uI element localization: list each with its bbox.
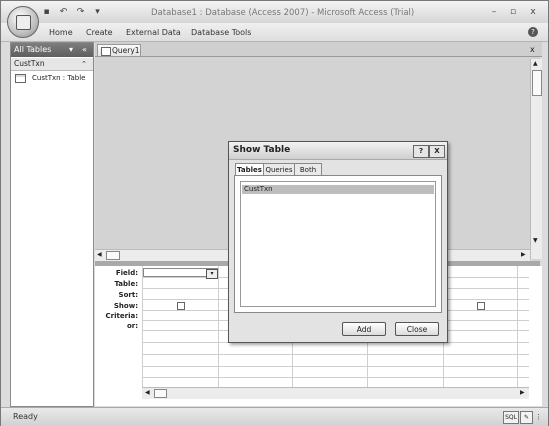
design-view-icon[interactable]: ✎	[520, 411, 533, 424]
grid-line	[218, 266, 219, 396]
scroll-thumb-h[interactable]	[106, 251, 120, 260]
document-tab-bar: Query1 x	[95, 42, 542, 57]
grid-line	[142, 354, 529, 355]
show-table-dialog: Show Table ? X Tables Queries Both CustT…	[228, 141, 448, 343]
row-label-criteria: Criteria:	[105, 312, 138, 320]
ribbon-tabs	[1, 23, 548, 42]
window-title: Database1 : Database (Access 2007) - Mic…	[151, 8, 415, 18]
quick-access-toolbar: ▪ ↶ ↷ ▾	[41, 7, 109, 19]
dropdown-icon[interactable]: ▾	[92, 7, 103, 18]
table-pane-vertical-scrollbar[interactable]: ▲ ▼	[530, 59, 542, 259]
navigation-pane: All Tables ▾ « CustTxn ⌃ CustTxn : Table	[10, 42, 94, 407]
show-checkbox[interactable]	[177, 302, 185, 310]
office-logo-icon	[16, 15, 31, 30]
close-document-icon[interactable]: x	[530, 45, 535, 54]
chevron-down-icon[interactable]: ▾	[69, 43, 73, 57]
scroll-thumb-h[interactable]	[154, 389, 167, 398]
scroll-up-icon[interactable]: ▲	[533, 60, 538, 67]
row-label-show: Show:	[113, 302, 138, 310]
grid-line	[142, 266, 143, 396]
dialog-title: Show Table	[233, 145, 291, 155]
tab-query1-label: Query1	[112, 46, 140, 55]
show-checkbox[interactable]	[477, 302, 485, 310]
grid-line	[142, 366, 529, 367]
tab-home[interactable]: Home	[49, 28, 73, 37]
scroll-thumb[interactable]	[532, 70, 542, 96]
grid-line	[142, 377, 529, 378]
undo-icon[interactable]: ↶	[58, 7, 69, 18]
add-button[interactable]: Add	[342, 322, 386, 336]
dialog-close-icon[interactable]: X	[429, 145, 445, 158]
query-icon	[101, 47, 111, 56]
collapse-group-icon[interactable]: ⌃	[81, 58, 87, 70]
nav-pane-header[interactable]: All Tables ▾ «	[11, 43, 93, 57]
table-listbox[interactable]: CustTxn	[240, 181, 436, 307]
nav-pane-title: All Tables	[14, 45, 52, 54]
field-dropdown-button[interactable]: ▾	[206, 269, 218, 279]
sql-view-button[interactable]: SQL	[503, 411, 519, 424]
tab-database-tools[interactable]: Database Tools	[191, 28, 251, 37]
nav-group-custtxn[interactable]: CustTxn ⌃	[11, 58, 93, 71]
row-label-or: or:	[126, 322, 138, 330]
dialog-tab-panel: CustTxn	[234, 175, 442, 313]
row-label-table: Table:	[114, 280, 138, 288]
nav-group-label: CustTxn	[14, 59, 45, 68]
scroll-right-icon[interactable]: ▶	[521, 251, 526, 258]
table-icon	[15, 73, 26, 83]
design-grid-horizontal-scrollbar[interactable]: ◀ ▶	[142, 387, 529, 399]
minimize-button[interactable]: –	[487, 7, 501, 17]
redo-icon[interactable]: ↷	[75, 7, 86, 18]
office-button[interactable]	[7, 6, 39, 38]
scroll-left-icon[interactable]: ◀	[145, 389, 150, 396]
scroll-down-icon[interactable]: ▼	[533, 237, 538, 244]
dialog-title-bar[interactable]: Show Table ? X	[229, 142, 447, 160]
restore-button[interactable]: ▫	[506, 7, 520, 17]
resize-grip-icon[interactable]: ⋮	[535, 413, 542, 421]
tab-query1[interactable]: Query1	[97, 44, 141, 56]
list-item-custtxn[interactable]: CustTxn	[242, 185, 434, 194]
row-label-sort: Sort:	[118, 291, 138, 299]
status-bar: Ready SQL ✎ ⋮	[1, 407, 548, 426]
tab-external-data[interactable]: External Data	[126, 28, 181, 37]
nav-item-label: CustTxn : Table	[32, 74, 86, 82]
row-label-field: Field:	[115, 269, 138, 277]
save-icon[interactable]: ▪	[41, 7, 52, 18]
nav-item-custtxn-table[interactable]: CustTxn : Table	[15, 72, 93, 84]
shutter-bar-icon[interactable]: «	[82, 43, 87, 57]
scroll-left-icon[interactable]: ◀	[97, 251, 102, 258]
status-text: Ready	[13, 412, 38, 421]
tab-create[interactable]: Create	[86, 28, 113, 37]
scroll-right-icon[interactable]: ▶	[520, 389, 525, 396]
access-window: ▪ ↶ ↷ ▾ Database1 : Database (Access 2007) …	[0, 0, 549, 426]
grid-line	[517, 266, 518, 396]
close-button[interactable]: Close	[395, 322, 439, 336]
design-grid-row-labels: Field: Table: Sort: Show: Criteria: or:	[95, 266, 142, 406]
close-window-button[interactable]: x	[526, 7, 540, 17]
dialog-help-button[interactable]: ?	[413, 145, 429, 158]
help-icon[interactable]: ?	[528, 27, 538, 37]
